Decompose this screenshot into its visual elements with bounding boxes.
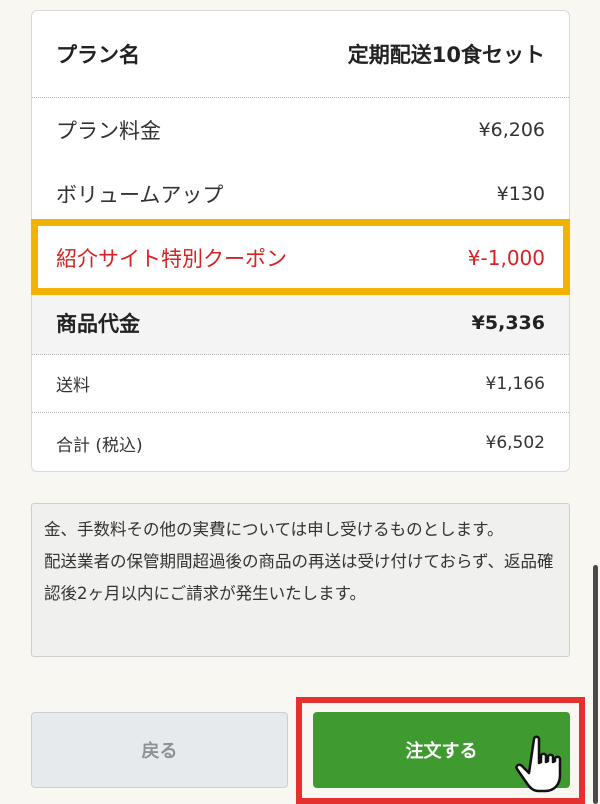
- subtotal-value: ¥5,336: [471, 312, 545, 334]
- order-summary-card: プラン名 定期配送10食セット プラン料金 ¥6,206 ボリュームアップ ¥1…: [31, 10, 570, 472]
- shipping-value: ¥1,166: [485, 373, 545, 394]
- back-button[interactable]: 戻る: [31, 712, 288, 788]
- coupon-value: ¥-1,000: [467, 246, 545, 270]
- total-row: 合計 (税込) ¥6,502: [32, 413, 569, 471]
- coupon-label: 紹介サイト特別クーポン: [56, 247, 287, 271]
- plan-fee-label: プラン料金: [56, 119, 161, 143]
- plan-fee-row: プラン料金 ¥6,206: [32, 98, 569, 162]
- plan-name-value: 定期配送10食セット: [347, 43, 545, 67]
- shipping-label: 送料: [56, 376, 90, 396]
- order-button[interactable]: 注文する: [313, 712, 570, 788]
- volume-up-value: ¥130: [496, 183, 545, 205]
- coupon-row: 紹介サイト特別クーポン ¥-1,000: [32, 227, 569, 289]
- order-confirmation-page: プラン名 定期配送10食セット プラン料金 ¥6,206 ボリュームアップ ¥1…: [0, 0, 600, 804]
- notes-box: 金、手数料その他の実費については申し受けるものとします。 配送業者の保管期間超過…: [31, 503, 570, 657]
- total-label: 合計 (税込): [56, 435, 143, 456]
- plan-fee-value: ¥6,206: [478, 119, 545, 141]
- shipping-row: 送料 ¥1,166: [32, 355, 569, 413]
- volume-up-row: ボリュームアップ ¥130: [32, 162, 569, 226]
- subtotal-row: 商品代金 ¥5,336: [32, 291, 569, 355]
- notes-line-1: 金、手数料その他の実費については申し受けるものとします。: [44, 520, 504, 539]
- scrollbar[interactable]: [593, 565, 598, 804]
- plan-name-row: プラン名 定期配送10食セット: [32, 11, 569, 98]
- total-value: ¥6,502: [485, 433, 545, 453]
- plan-name-label: プラン名: [56, 43, 140, 67]
- volume-up-label: ボリュームアップ: [56, 183, 224, 207]
- notes-line-2: 配送業者の保管期間超過後の商品の再送は受け付けておらず、返品確認後2ヶ月以内にご…: [44, 552, 554, 603]
- subtotal-label: 商品代金: [56, 312, 140, 336]
